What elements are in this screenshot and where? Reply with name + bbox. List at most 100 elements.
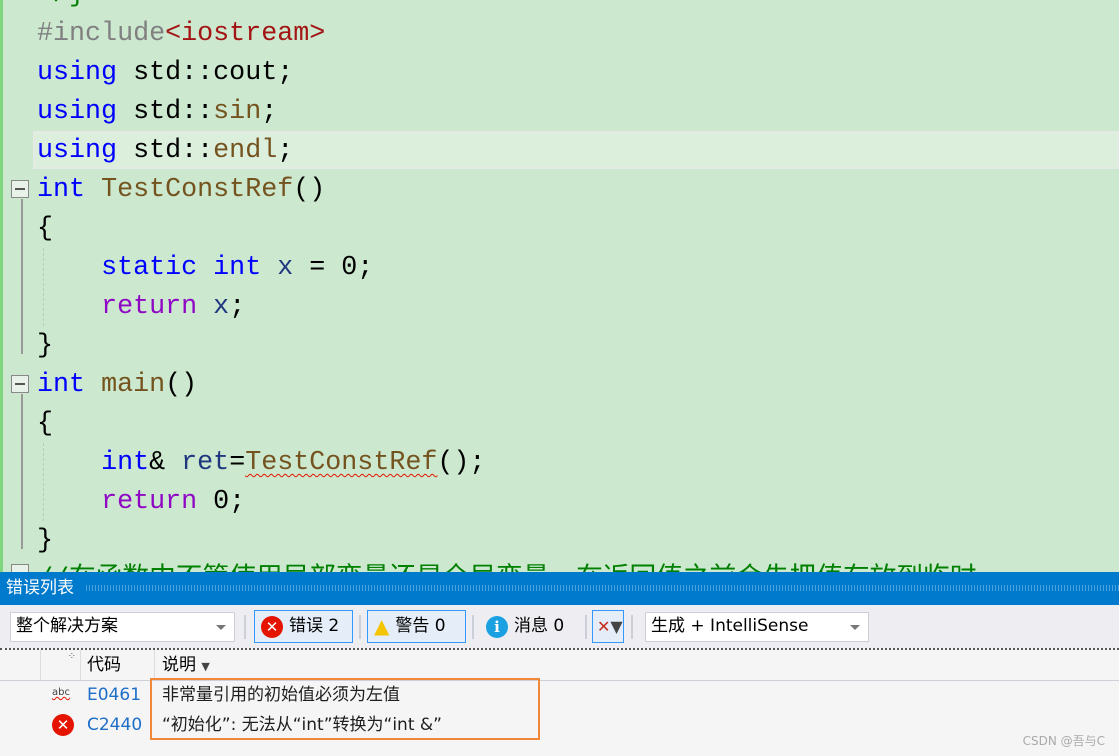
sort-arrow-icon: ▼ — [201, 660, 210, 673]
code-line[interactable]: //在函数中不管使用局部变量还是全局变量，在返回值之前会先把值存放到临时 — [37, 561, 976, 572]
code-line[interactable]: { — [37, 210, 53, 249]
code-token: return — [101, 292, 198, 322]
panel-title: 错误列表 — [6, 578, 74, 598]
drag-handle[interactable] — [86, 585, 1119, 591]
source-value: 生成 + IntelliSense — [651, 616, 809, 636]
code-token: (); — [437, 448, 486, 478]
fold-guide — [21, 394, 23, 549]
code-line[interactable]: return 0; — [37, 483, 245, 522]
code-token: ; — [229, 292, 246, 322]
warning-icon: ▲ — [374, 614, 390, 638]
code-token: { — [37, 214, 54, 244]
warnings-label: 警告 0 — [395, 616, 446, 636]
code-line[interactable]: return x; — [37, 288, 245, 327]
code-line[interactable]: #include<iostream> — [37, 15, 325, 54]
collapse-testconstref-icon[interactable] — [11, 180, 29, 198]
errors-label: 错误 2 — [289, 616, 340, 636]
code-token: TestConstRef — [245, 448, 438, 478]
collapse-main-icon[interactable] — [11, 375, 29, 393]
code-token: } — [37, 331, 54, 361]
code-token: ; — [277, 136, 294, 166]
error-list-toolbar: 整个解决方案 ✕ 错误 2 ▲ 警告 0 i 消息 0 ✕▼ 生成 + Intelli… — [0, 605, 1119, 648]
code-line[interactable]: } — [37, 327, 53, 366]
code-token: () — [293, 175, 326, 205]
divider — [244, 615, 246, 639]
source-dropdown[interactable]: 生成 + IntelliSense — [645, 612, 869, 642]
errors-filter-button[interactable]: ✕ 错误 2 — [254, 610, 353, 643]
code-line[interactable]: } — [37, 522, 53, 561]
code-editor[interactable]: */}#include<iostream>using std::cout;usi… — [0, 0, 1119, 572]
code-line[interactable]: using std::endl; — [37, 132, 293, 171]
code-token: sin — [213, 97, 262, 127]
scope-value: 整个解决方案 — [16, 616, 118, 636]
code-line[interactable]: using std::sin; — [37, 93, 277, 132]
scope-dropdown[interactable]: 整个解决方案 — [10, 612, 235, 642]
code-token: main — [101, 370, 166, 400]
code-token: TestConstRef — [101, 175, 294, 205]
code-token: 0; — [197, 487, 246, 517]
intellisense-squiggle-icon: abc — [52, 687, 70, 698]
code-line[interactable]: int main() — [37, 366, 197, 405]
watermark: CSDN @吾与C — [1022, 734, 1105, 748]
code-token: int — [213, 253, 262, 283]
code-token: int — [37, 175, 86, 205]
collapse-comment-icon[interactable] — [11, 564, 29, 572]
info-icon: i — [486, 615, 508, 638]
messages-filter-button[interactable]: i 消息 0 — [480, 610, 580, 643]
chevron-down-icon — [850, 625, 860, 635]
chevron-down-icon — [216, 625, 226, 635]
warnings-filter-button[interactable]: ▲ 警告 0 — [367, 610, 466, 643]
code-token: int — [101, 448, 150, 478]
code-line[interactable]: static int x = 0; — [37, 249, 373, 288]
error-code[interactable]: C2440 — [87, 711, 142, 740]
error-icon: ✕ — [52, 714, 74, 736]
code-token: int — [37, 370, 86, 400]
column-header-description[interactable]: 说明 ▼ — [155, 650, 1119, 680]
code-line[interactable]: int TestConstRef() — [37, 171, 325, 210]
code-token: using — [37, 58, 118, 88]
divider — [585, 615, 587, 639]
code-token: return — [101, 487, 198, 517]
code-token: std:: — [117, 136, 214, 166]
code-token: //在函数中不管使用局部变量还是全局变量，在返回值之前会先把值存放到临时 — [37, 565, 976, 572]
code-token: & — [149, 448, 182, 478]
code-token: std::cout; — [117, 58, 294, 88]
code-token: ; — [261, 97, 278, 127]
clear-filter-icon: ✕▼ — [597, 617, 623, 636]
code-token: std:: — [117, 97, 214, 127]
error-list-title-bar[interactable]: 错误列表 — [0, 572, 1119, 605]
code-token: = 0; — [293, 253, 374, 283]
code-token: using — [37, 136, 118, 166]
filter-button[interactable]: ✕▼ — [592, 610, 624, 643]
column-header-code[interactable]: 代码 — [81, 650, 155, 680]
highlight-annotation-box — [150, 678, 540, 740]
error-icon: ✕ — [261, 615, 283, 638]
code-token: endl — [213, 136, 278, 166]
divider — [359, 615, 361, 639]
code-token: = — [229, 448, 246, 478]
code-token: */} — [37, 0, 85, 10]
code-line[interactable]: int& ret=TestConstRef(); — [37, 444, 485, 483]
divider — [631, 615, 633, 639]
code-token: { — [37, 409, 54, 439]
code-token: x — [277, 253, 294, 283]
code-token: () — [165, 370, 198, 400]
error-code[interactable]: E0461 — [87, 681, 141, 710]
divider — [472, 615, 474, 639]
code-line[interactable]: using std::cout; — [37, 54, 293, 93]
fold-guide — [21, 199, 23, 354]
code-line[interactable]: */} — [37, 0, 85, 15]
code-token: } — [37, 526, 54, 556]
messages-label: 消息 0 — [514, 616, 565, 636]
column-header-icon[interactable]: ⁘ — [40, 650, 81, 680]
code-line[interactable]: { — [37, 405, 53, 444]
code-token: x — [213, 292, 230, 322]
